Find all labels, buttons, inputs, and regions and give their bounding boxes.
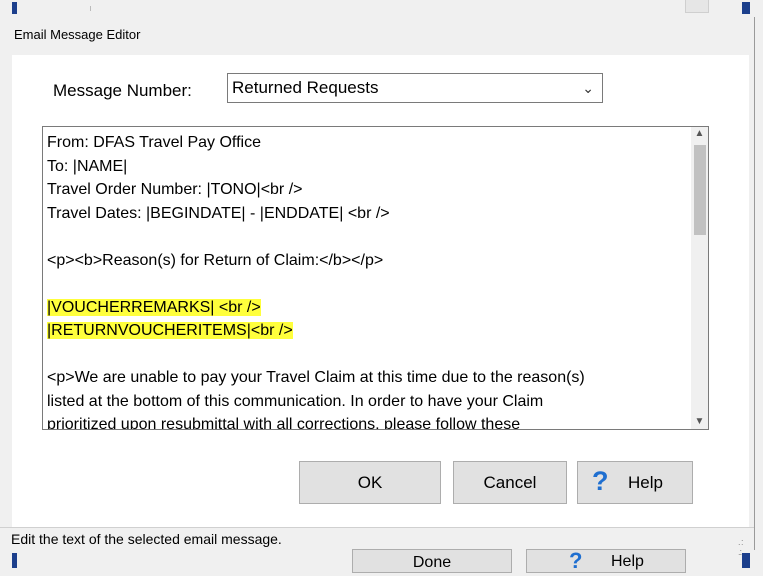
message-line-text: To: |NAME| [47, 157, 128, 175]
message-line: To: |NAME| [47, 155, 687, 179]
message-line: From: DFAS Travel Pay Office [47, 131, 687, 155]
background-border-left-bottom [12, 553, 17, 568]
message-line: |RETURNVOUCHERITEMS|<br /> [47, 319, 687, 343]
message-line: |VOUCHERREMARKS| <br /> [47, 296, 687, 320]
dialog-title: Email Message Editor [14, 27, 141, 42]
message-line-text: <p><b>Reason(s) for Return of Claim:</b>… [47, 251, 384, 269]
message-line: Travel Dates: |BEGINDATE| - |ENDDATE| <b… [47, 202, 687, 226]
message-number-value: Returned Requests [232, 78, 379, 97]
message-body-textarea[interactable]: From: DFAS Travel Pay Office To: |NAME| Tr… [42, 126, 709, 430]
help-button[interactable]: ? Help [577, 461, 693, 504]
help-question-icon: ? [592, 466, 609, 496]
message-number-label: Message Number: [53, 81, 192, 100]
message-body-text: From: DFAS Travel Pay Office To: |NAME| Tr… [47, 131, 687, 430]
message-line-text: Travel Order Number: |TONO|<br /> [47, 181, 303, 198]
status-bar-text: Edit the text of the selected email mess… [11, 531, 282, 547]
message-line [47, 272, 687, 296]
background-border-right-bottom [742, 553, 750, 568]
scroll-down-arrow-icon[interactable]: ▼ [691, 415, 708, 429]
background-help-label: Help [611, 553, 644, 570]
message-line: <p>We are unable to pay your Travel Clai… [47, 366, 687, 390]
message-number-select[interactable]: Returned Requests ⌄ [227, 73, 603, 103]
ok-button[interactable]: OK [299, 461, 441, 504]
background-help-icon: ? [569, 548, 583, 573]
message-line-text: listed at the bottom of this communicati… [47, 392, 544, 410]
help-button-label: Help [628, 473, 663, 492]
background-help-button[interactable]: ? Help [526, 548, 686, 573]
message-line [47, 343, 687, 367]
scroll-thumb[interactable] [694, 145, 706, 235]
dialog-content: Message Number: Returned Requests ⌄ From… [12, 55, 749, 527]
cancel-button[interactable]: Cancel [453, 461, 567, 504]
message-line-text: Travel Dates: |BEGINDATE| - |ENDDATE| <b… [47, 204, 390, 222]
message-body-scrollbar[interactable]: ▲ ▼ [691, 127, 708, 429]
message-line: prioritized upon resubmittal with all co… [47, 413, 687, 430]
background-tick [90, 6, 91, 11]
message-line-text: |VOUCHERREMARKS| <br /> [47, 298, 261, 316]
background-border-left [12, 2, 17, 14]
message-line-text: <p>We are unable to pay your Travel Clai… [47, 369, 585, 386]
message-line-text: From: DFAS Travel Pay Office [47, 134, 261, 151]
email-message-editor-dialog: Email Message Editor Message Number: Ret… [0, 17, 755, 557]
message-line: listed at the bottom of this communicati… [47, 390, 687, 414]
message-line: Travel Order Number: |TONO|<br /> [47, 178, 687, 202]
scroll-up-arrow-icon[interactable]: ▲ [691, 127, 708, 141]
background-scroll-stub [685, 0, 709, 13]
message-line [47, 225, 687, 249]
background-border-right [742, 2, 750, 14]
background-window-top [0, 0, 763, 14]
background-done-button[interactable]: Done [352, 549, 512, 573]
chevron-down-icon: ⌄ [582, 80, 594, 96]
message-line-text: |RETURNVOUCHERITEMS|<br /> [47, 322, 293, 339]
message-line-text: prioritized upon resubmittal with all co… [47, 416, 521, 430]
message-line: <p><b>Reason(s) for Return of Claim:</b>… [47, 249, 687, 273]
status-bar-divider [0, 527, 754, 528]
